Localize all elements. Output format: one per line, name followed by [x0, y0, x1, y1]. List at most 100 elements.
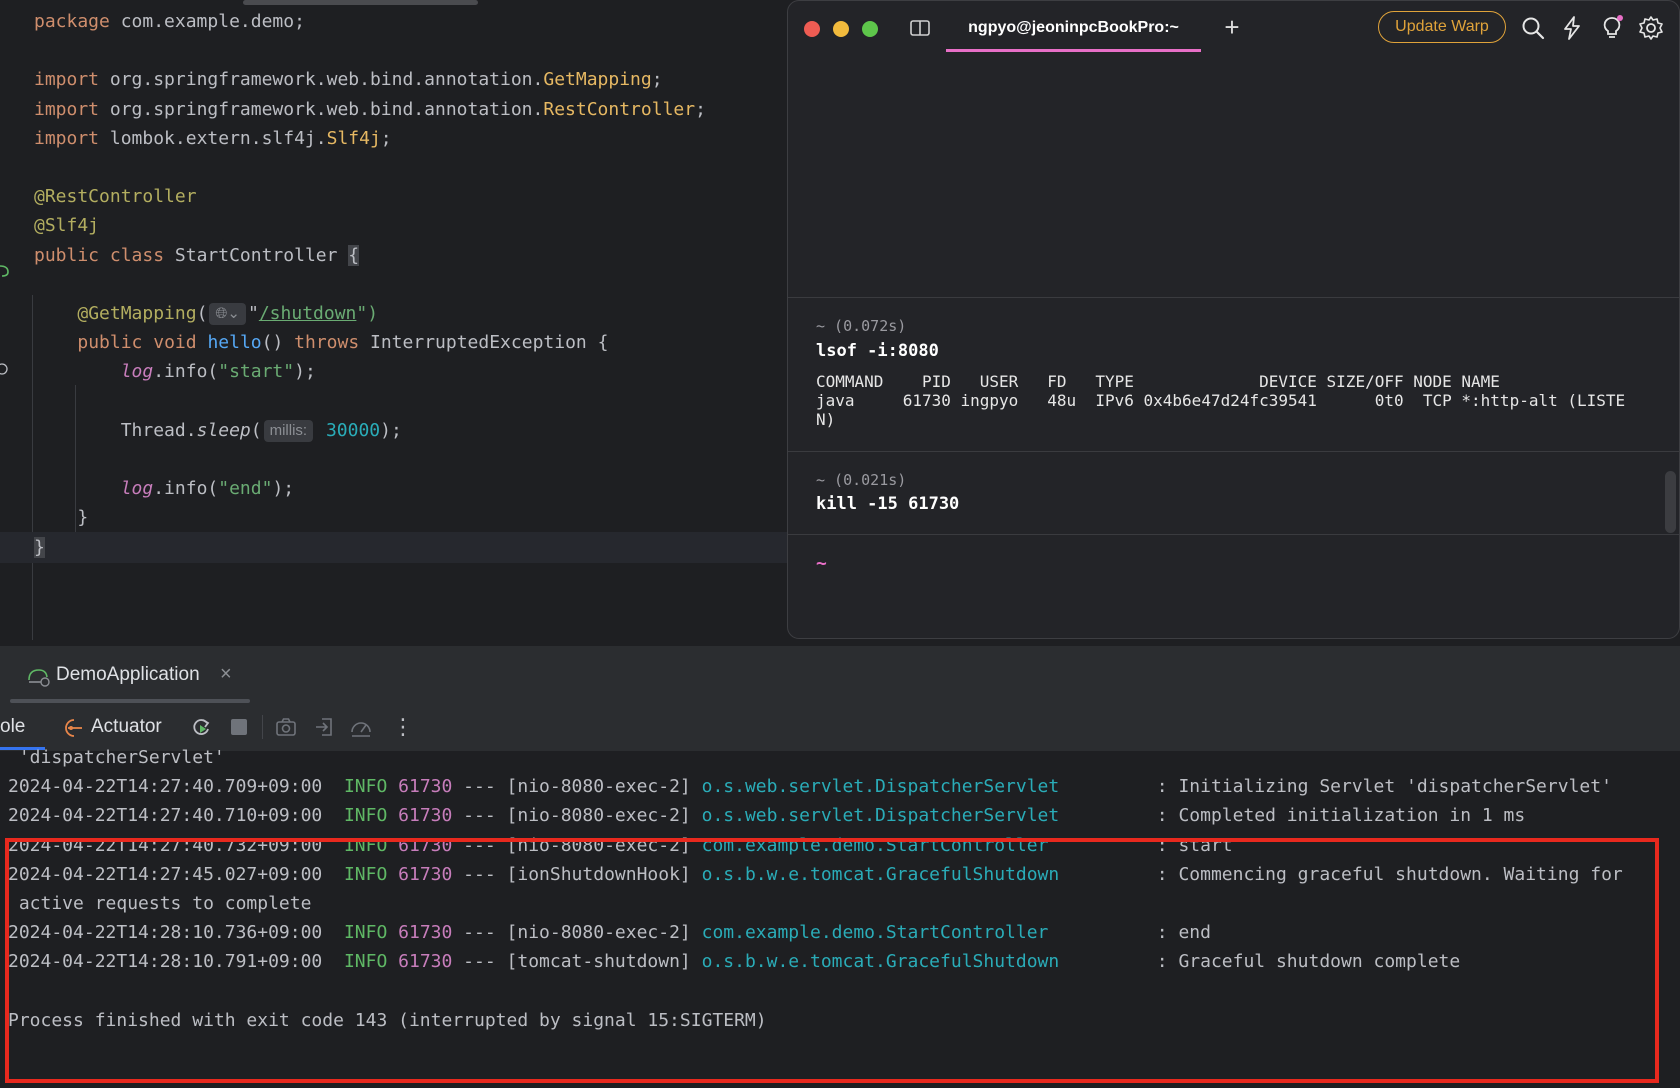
rerun-icon[interactable]	[190, 716, 212, 738]
code-line[interactable]: log.info("start");	[34, 356, 316, 387]
code-token: package	[34, 11, 110, 32]
log-thr: [nio-8080-exec-2]	[506, 805, 702, 827]
tab-console[interactable]: ole	[0, 716, 25, 738]
log-msg: : Initializing Servlet 'dispatcherServle…	[1156, 776, 1612, 798]
log-pid: 61730	[387, 776, 453, 798]
code-token: }	[34, 507, 89, 529]
code-token: StartController	[164, 244, 349, 266]
code-token: .info(	[153, 361, 219, 383]
block-meta: ~ (0.072s)	[816, 317, 907, 335]
log-line: 2024-04-22T14:27:40.710+09:00 INFO 61730…	[8, 800, 1525, 831]
code-token: import	[34, 69, 100, 91]
code-token: );	[294, 361, 316, 383]
block-command[interactable]: kill -15 61730	[816, 494, 959, 514]
code-token: org.springframework.web.bind.annotation.	[99, 98, 544, 120]
terminal-title-bar: ngpyo@jeoninpcBookPro:~ + Update Warp	[788, 1, 1679, 55]
update-warp-button[interactable]: Update Warp	[1378, 11, 1506, 43]
log-logger[interactable]: o.s.web.servlet.DispatcherServlet	[702, 776, 1157, 797]
code-token: import	[34, 127, 100, 149]
actuator-icon	[65, 719, 82, 737]
terminal-tab[interactable]: ngpyo@jeoninpcBookPro:~	[946, 1, 1201, 55]
globe-icon[interactable]: 🌐︎⌄	[209, 303, 246, 325]
terminal-prompt[interactable]: ~	[816, 553, 827, 574]
new-tab-button[interactable]: +	[1218, 13, 1246, 41]
code-token: @RestController	[34, 186, 197, 208]
code-line[interactable]: @Slf4j	[34, 210, 99, 241]
log-sep: ---	[452, 776, 507, 798]
spring-boot-run-icon	[28, 669, 50, 687]
code-token: ;	[695, 98, 706, 120]
code-token: "	[248, 303, 259, 324]
log-ts: 2024-04-22T14:27:40.709+09:00	[8, 776, 344, 798]
gear-icon[interactable]	[1638, 15, 1664, 41]
code-line[interactable]: public class StartController {	[34, 240, 360, 271]
code-token: sleep	[196, 419, 251, 441]
log-line: 2024-04-22T14:27:40.709+09:00 INFO 61730…	[8, 771, 1612, 802]
tab-actuator[interactable]: Actuator	[91, 716, 162, 738]
log-lvl: INFO	[343, 805, 388, 827]
run-config-tab[interactable]: DemoApplication ×	[0, 646, 255, 704]
code-editor[interactable]: package com.example.demo; import org.spri…	[0, 0, 800, 645]
search-icon[interactable]	[1520, 15, 1546, 41]
terminal-window[interactable]: ngpyo@jeoninpcBookPro:~ + Update Warp ~ …	[787, 0, 1680, 639]
code-token: import	[34, 98, 100, 120]
code-token: log	[120, 478, 154, 500]
minimize-window-button[interactable]	[833, 21, 849, 37]
log-sep: ---	[452, 805, 507, 827]
code-line[interactable]: @RestController	[34, 181, 197, 212]
book-icon[interactable]	[908, 17, 932, 39]
run-toolbar: ole Actuator ⋮	[0, 703, 1680, 751]
log-logger[interactable]: o.s.web.servlet.DispatcherServlet	[702, 805, 1157, 826]
terminal-scrollbar[interactable]	[1665, 471, 1676, 533]
indent-guide	[32, 295, 33, 640]
code-token: com.example.demo;	[109, 11, 305, 32]
code-token: }	[34, 536, 45, 558]
code-line[interactable]: import org.springframework.web.bind.anno…	[34, 94, 706, 125]
code-line[interactable]: import lombok.extern.slf4j.Slf4j;	[34, 123, 392, 154]
code-line[interactable]: Thread.sleep(millis: 30000);	[34, 415, 402, 446]
editor-horizontal-scrollbar[interactable]	[243, 0, 478, 5]
code-line[interactable]: import org.springframework.web.bind.anno…	[34, 64, 663, 95]
code-token: log	[120, 361, 154, 383]
exit-icon[interactable]	[313, 716, 335, 738]
code-token: Slf4j	[326, 127, 381, 149]
stop-icon[interactable]	[228, 716, 250, 738]
screenshot-icon[interactable]	[275, 716, 297, 738]
spring-bean-gutter-icon[interactable]	[0, 264, 10, 278]
code-token: lombok.extern.slf4j.	[99, 127, 327, 149]
dashboard-icon[interactable]	[350, 716, 372, 738]
parameter-hint: millis:	[263, 419, 314, 442]
web-endpoint-gutter-icon[interactable]	[0, 362, 10, 376]
lightbulb-icon[interactable]	[1599, 15, 1625, 41]
code-token: ()	[261, 332, 295, 354]
code-line[interactable]: @GetMapping(🌐︎⌄ "/shutdown")	[34, 298, 378, 329]
code-token: (	[196, 303, 208, 324]
code-token: @GetMapping	[77, 303, 197, 324]
lightning-icon[interactable]	[1559, 15, 1585, 41]
block-command[interactable]: lsof -i:8080	[816, 341, 939, 361]
code-token: hello	[207, 332, 262, 354]
block-meta: ~ (0.021s)	[816, 471, 907, 489]
close-icon[interactable]: ×	[220, 663, 232, 686]
code-line[interactable]: package com.example.demo;	[34, 6, 305, 37]
run-tool-window-header: DemoApplication ×	[0, 645, 1680, 704]
log-line: 'dispatcherServlet'	[8, 742, 225, 773]
code-token: public	[34, 244, 100, 266]
maximize-window-button[interactable]	[862, 21, 878, 37]
code-token: class	[109, 244, 165, 266]
run-tab-label: DemoApplication	[56, 664, 200, 685]
close-window-button[interactable]	[804, 21, 820, 37]
more-icon[interactable]: ⋮	[392, 714, 414, 740]
code-line[interactable]: public void hello() throws InterruptedEx…	[34, 327, 608, 358]
code-line[interactable]: }	[34, 502, 88, 533]
code-line[interactable]: }	[0, 531, 800, 563]
code-line[interactable]: log.info("end");	[34, 473, 294, 504]
log-thr: [nio-8080-exec-2]	[506, 776, 702, 798]
